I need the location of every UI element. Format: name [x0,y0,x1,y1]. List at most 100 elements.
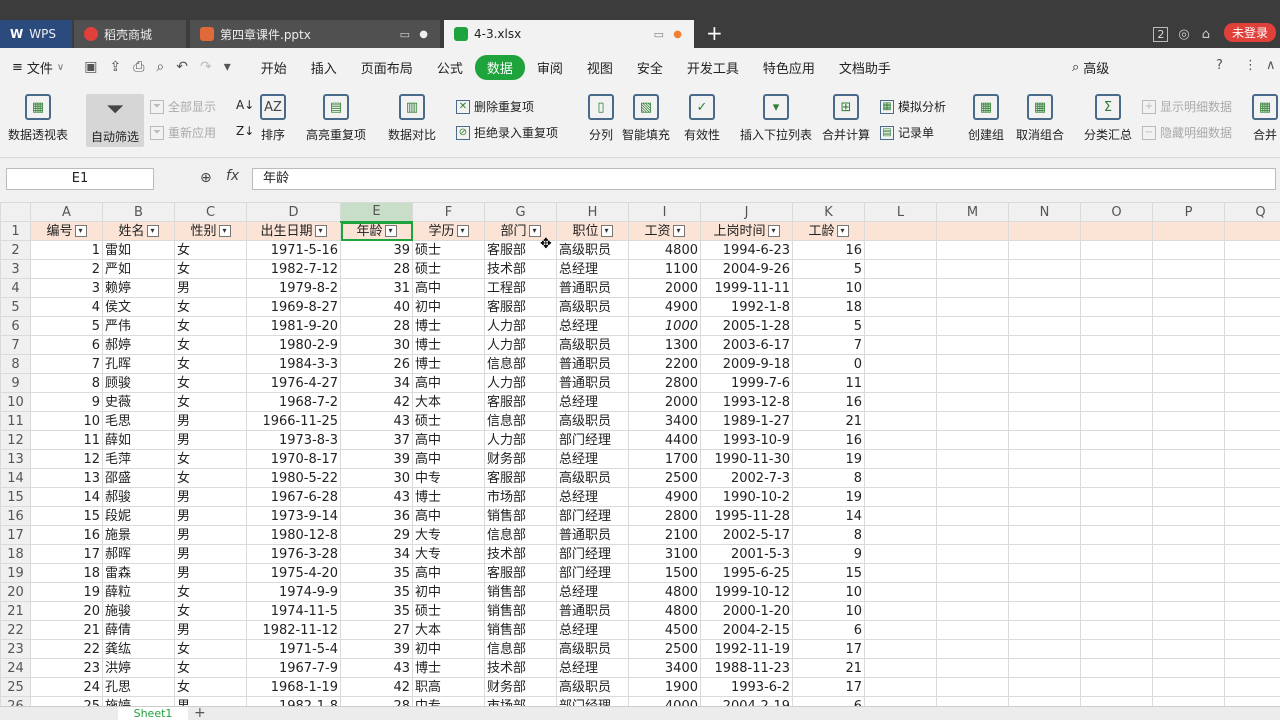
data-cell[interactable]: 4800 [628,601,701,621]
data-cell[interactable]: 17 [792,677,865,697]
data-cell[interactable]: 2001-5-3 [700,544,793,564]
row-header[interactable]: 8 [0,354,31,374]
data-cell[interactable]: 16 [792,392,865,412]
data-cell[interactable]: 严如 [102,259,175,279]
remove-duplicates-button[interactable]: ✕ 删除重复项 [456,98,534,115]
row-header[interactable]: 17 [0,525,31,545]
header-cell[interactable]: 工资 ▾ [628,221,701,241]
menu-home[interactable]: 开始 [249,55,299,80]
data-cell[interactable]: 40 [340,297,413,317]
data-cell[interactable]: 34 [340,373,413,393]
data-cell[interactable]: 2500 [628,639,701,659]
data-cell[interactable]: 硕士 [412,259,485,279]
autofilter-button[interactable]: ⏷ 自动筛选 [86,94,145,147]
data-cell[interactable]: 21 [792,411,865,431]
data-cell[interactable]: 孔晖 [102,354,175,374]
row-header[interactable]: 3 [0,259,31,279]
data-cell[interactable]: 24 [30,677,103,697]
empty-cell[interactable] [864,240,937,260]
data-cell[interactable]: 市场部 [484,487,557,507]
data-cell[interactable]: 1000 [628,316,701,336]
data-cell[interactable]: 总经理 [556,582,629,602]
data-cell[interactable]: 女 [174,639,247,659]
filter-dropdown-icon[interactable]: ▾ [600,225,613,237]
row-header[interactable]: 11 [0,411,31,431]
empty-cell[interactable] [1008,392,1081,412]
data-cell[interactable]: 1700 [628,449,701,469]
data-cell[interactable]: 2009-9-18 [700,354,793,374]
empty-cell[interactable] [1080,658,1153,678]
empty-cell[interactable] [936,373,1009,393]
column-header[interactable]: Q [1224,202,1280,222]
data-cell[interactable]: 高级职员 [556,639,629,659]
empty-cell[interactable] [1152,335,1225,355]
data-cell[interactable]: 4 [30,297,103,317]
data-cell[interactable]: 2100 [628,525,701,545]
empty-cell[interactable] [1080,335,1153,355]
data-cell[interactable]: 4900 [628,297,701,317]
data-cell[interactable]: 3400 [628,658,701,678]
data-cell[interactable]: 2800 [628,373,701,393]
data-cell[interactable]: 2005-1-28 [700,316,793,336]
data-cell[interactable]: 1981-9-20 [246,316,341,336]
data-cell[interactable]: 女 [174,316,247,336]
data-cell[interactable]: 0 [792,354,865,374]
row-header[interactable]: 15 [0,487,31,507]
data-cell[interactable]: 43 [340,658,413,678]
empty-cell[interactable] [864,620,937,640]
data-cell[interactable]: 财务部 [484,449,557,469]
data-cell[interactable]: 1973-9-14 [246,506,341,526]
data-cell[interactable]: 10 [792,582,865,602]
file-menu[interactable]: ≡ 文件 ∨ [0,58,64,77]
data-cell[interactable]: 高级职员 [556,411,629,431]
data-cell[interactable]: 1999-7-6 [700,373,793,393]
sort-button[interactable]: AZ 排序 [260,94,286,143]
tab-wps[interactable]: W WPS [0,20,72,48]
data-cell[interactable]: 1993-6-2 [700,677,793,697]
data-cell[interactable]: 赖婷 [102,278,175,298]
column-header[interactable]: O [1080,202,1153,222]
data-cell[interactable]: 28 [340,696,413,706]
empty-cell[interactable] [1152,449,1225,469]
data-cell[interactable]: 高级职员 [556,468,629,488]
empty-cell[interactable] [1224,525,1280,545]
data-cell[interactable]: 普通职员 [556,373,629,393]
data-cell[interactable]: 43 [340,487,413,507]
data-cell[interactable]: 高中 [412,430,485,450]
empty-cell[interactable] [1152,411,1225,431]
data-cell[interactable]: 1976-3-28 [246,544,341,564]
data-cell[interactable]: 2003-6-17 [700,335,793,355]
column-header[interactable]: K [792,202,865,222]
row-header[interactable]: 24 [0,658,31,678]
data-cell[interactable]: 1976-4-27 [246,373,341,393]
data-cell[interactable]: 1982-7-12 [246,259,341,279]
filter-dropdown-icon[interactable]: ▾ [672,225,685,237]
empty-cell[interactable] [1008,297,1081,317]
data-cell[interactable]: 2004-2-19 [700,696,793,706]
data-cell[interactable]: 段妮 [102,506,175,526]
empty-cell[interactable] [1224,411,1280,431]
data-cell[interactable]: 客服部 [484,468,557,488]
print-icon[interactable]: ⎙ [133,59,144,75]
row-header[interactable]: 1 [0,221,31,241]
row-header[interactable]: 25 [0,677,31,697]
data-cell[interactable]: 25 [30,696,103,706]
data-cell[interactable]: 26 [340,354,413,374]
insert-dropdown-list-button[interactable]: ▾ 插入下拉列表 [740,94,812,143]
data-cell[interactable]: 高级职员 [556,335,629,355]
menu-data[interactable]: 数据 [474,54,525,80]
data-cell[interactable]: 施骏 [102,601,175,621]
data-cell[interactable]: 女 [174,354,247,374]
data-cell[interactable]: 1990-11-30 [700,449,793,469]
data-cell[interactable]: 1993-12-8 [700,392,793,412]
data-cell[interactable]: 1980-5-22 [246,468,341,488]
data-cell[interactable]: 人力部 [484,316,557,336]
empty-cell[interactable] [1008,430,1081,450]
data-cell[interactable]: 5 [792,259,865,279]
data-cell[interactable]: 1971-5-16 [246,240,341,260]
data-cell[interactable]: 部门经理 [556,563,629,583]
data-cell[interactable]: 3400 [628,411,701,431]
empty-cell[interactable] [1080,563,1153,583]
empty-cell[interactable] [1080,487,1153,507]
data-cell[interactable]: 22 [30,639,103,659]
